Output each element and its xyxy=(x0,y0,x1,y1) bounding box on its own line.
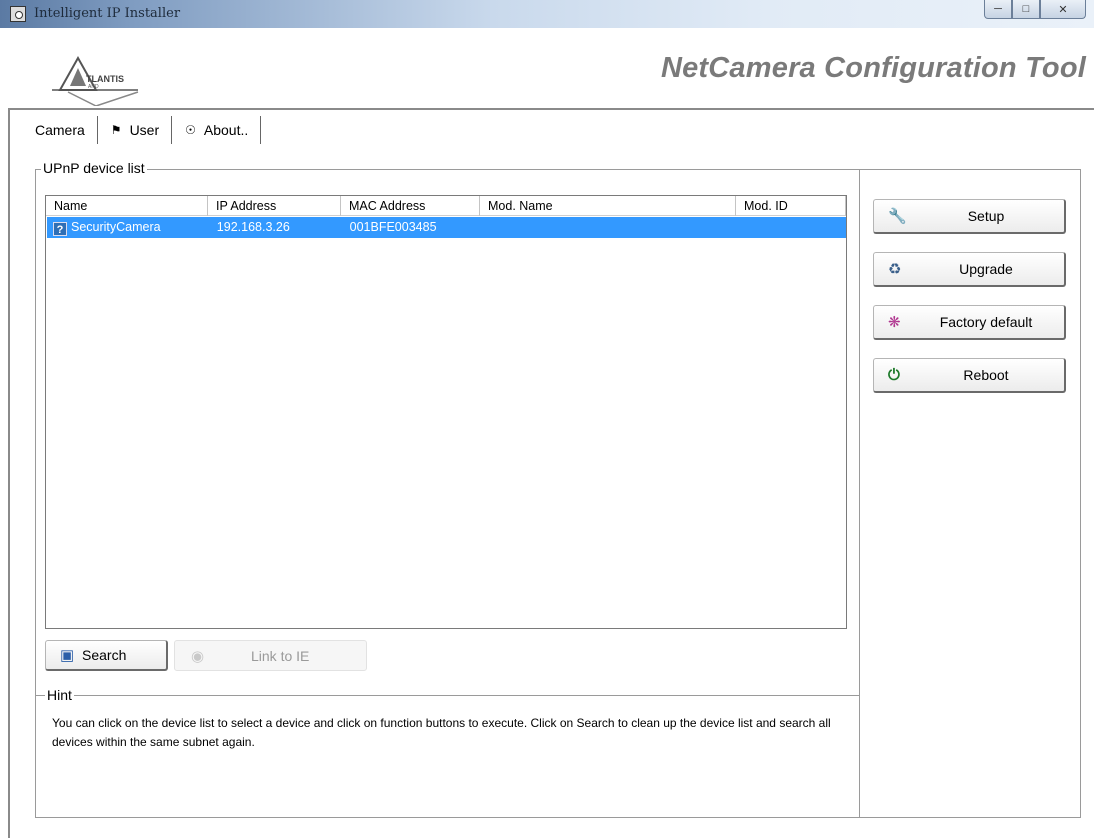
link-to-ie-button[interactable]: ◉ Link to IE xyxy=(174,640,367,671)
hint-text: You can click on the device list to sele… xyxy=(52,716,831,749)
tab-user-label: User xyxy=(129,122,160,138)
minimize-icon: ─ xyxy=(994,3,1002,15)
window-controls: ─ □ ✕ xyxy=(984,0,1086,20)
search-icon: ▣ xyxy=(60,647,75,664)
list-header: Name IP Address MAC Address Mod. Name Mo… xyxy=(46,196,846,216)
cell-ip: 192.168.3.26 xyxy=(216,220,290,234)
header-divider xyxy=(8,108,1094,110)
factory-default-button[interactable]: ❋ Factory default xyxy=(873,305,1066,340)
left-border xyxy=(8,110,10,838)
tab-camera-label: Camera xyxy=(35,122,85,138)
window-title: Intelligent IP Installer xyxy=(34,6,181,21)
close-button[interactable]: ✕ xyxy=(1040,0,1086,19)
tab-user[interactable]: ⚑ User xyxy=(97,116,173,144)
app-icon[interactable] xyxy=(10,6,26,22)
upgrade-button[interactable]: ♻ Upgrade xyxy=(873,252,1066,287)
close-icon: ✕ xyxy=(1058,3,1068,16)
tab-about-label: About.. xyxy=(203,122,249,138)
logo-subtext: AND xyxy=(88,84,99,90)
device-list[interactable]: Name IP Address MAC Address Mod. Name Mo… xyxy=(45,195,847,629)
app-title: NetCamera Configuration Tool xyxy=(660,52,1086,84)
cell-name: ? SecurityCamera xyxy=(47,217,209,238)
atlantis-logo: TLANTIS AND xyxy=(52,55,139,106)
maximize-icon: □ xyxy=(1022,3,1030,15)
hint-title: Hint xyxy=(45,687,74,703)
column-header-mod-name[interactable]: Mod. Name xyxy=(480,196,736,216)
search-button-label: Search xyxy=(82,647,127,663)
cell-mod-id xyxy=(736,217,846,238)
cell-mod-name xyxy=(480,217,736,238)
question-icon: ? xyxy=(53,222,67,236)
column-header-ip[interactable]: IP Address xyxy=(208,196,341,216)
search-button[interactable]: ▣ Search xyxy=(45,640,168,671)
cell-mac: 001BFE003485 xyxy=(349,220,437,234)
tab-about[interactable]: ☉ About.. xyxy=(172,116,262,144)
title-bar: Intelligent IP Installer ─ □ ✕ xyxy=(0,0,1094,28)
factory-default-label: Factory default xyxy=(939,314,1033,330)
info-icon: ☉ xyxy=(185,123,196,137)
link-to-ie-label: Link to IE xyxy=(251,647,310,664)
column-header-mod-id[interactable]: Mod. ID xyxy=(736,196,846,216)
setup-button-label: Setup xyxy=(967,208,1005,224)
minimize-button[interactable]: ─ xyxy=(984,0,1012,19)
device-list-title: UPnP device list xyxy=(41,160,147,176)
setup-button[interactable]: 🔧 Setup xyxy=(873,199,1066,234)
reboot-button-label: Reboot xyxy=(963,367,1009,383)
hint-divider xyxy=(35,695,860,696)
reboot-button[interactable]: ⏻ Reboot xyxy=(873,358,1066,393)
user-icon: ⚑ xyxy=(110,123,122,137)
column-header-name[interactable]: Name xyxy=(46,196,208,216)
table-row[interactable]: ? SecurityCamera 192.168.3.26 001BFE00348… xyxy=(47,217,846,238)
tab-camera[interactable]: Camera xyxy=(12,116,98,144)
header: TLANTIS AND NetCamera Configuration Tool xyxy=(0,28,1094,110)
power-icon: ⏻ xyxy=(888,366,900,384)
wrench-icon: 🔧 xyxy=(888,208,907,225)
panel-divider xyxy=(859,169,860,818)
column-header-mac[interactable]: MAC Address xyxy=(341,196,480,216)
upgrade-button-label: Upgrade xyxy=(959,261,1013,277)
maximize-button[interactable]: □ xyxy=(1012,0,1040,19)
spinner-icon: ❋ xyxy=(888,314,901,331)
tab-bar: Camera ⚑ User ☉ About.. xyxy=(12,116,262,144)
upgrade-icon: ♻ xyxy=(888,261,902,278)
device-name: SecurityCamera xyxy=(71,220,161,234)
logo-text: TLANTIS xyxy=(86,74,124,84)
ie-icon: ◉ xyxy=(191,647,205,665)
